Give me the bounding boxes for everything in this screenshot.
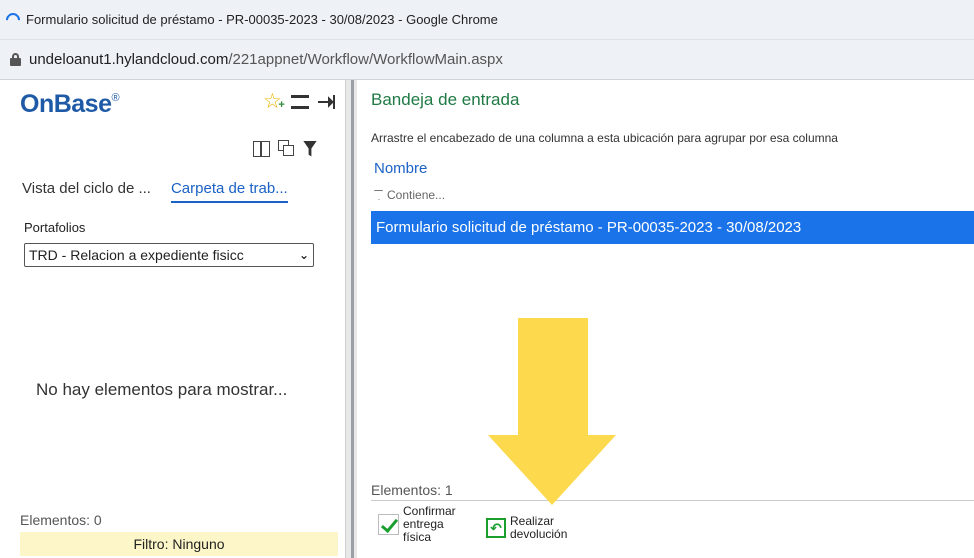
confirm-line-3: física [403, 530, 432, 544]
column-filter-row[interactable]: Contiene... [374, 188, 445, 202]
filter-placeholder: Contiene... [387, 188, 446, 202]
group-by-hint[interactable]: Arrastre el encabezado de una columna a … [371, 131, 838, 145]
pin-icon[interactable] [317, 95, 336, 109]
confirm-line-1: Confirmar [403, 504, 456, 518]
lock-icon[interactable] [10, 53, 21, 66]
confirmar-entrega-button[interactable]: Confirmar entrega física [378, 505, 456, 544]
tab-carpeta-trabajo[interactable]: Carpeta de trab... [170, 180, 288, 203]
return-icon: ↶ [486, 518, 506, 538]
loading-spinner-icon [3, 9, 23, 30]
browser-title-bar: Formulario solicitud de préstamo - PR-00… [0, 0, 974, 40]
list-view-icon[interactable] [290, 95, 309, 109]
refund-line-1: Realizar [510, 514, 555, 528]
empty-message: No hay elementos para mostrar... [36, 380, 288, 399]
panel-tools [253, 140, 317, 157]
realizar-devolucion-button[interactable]: ↶ Realizar devolución [486, 515, 567, 541]
window-title: Formulario solicitud de préstamo - PR-00… [26, 12, 498, 27]
left-item-count: Elementos: 0 [20, 512, 102, 528]
right-panel: Bandeja de entrada Arrastre el encabezad… [357, 80, 974, 558]
confirmar-entrega-label: Confirmar entrega física [403, 505, 456, 544]
filter-status-bar: Filtro: Ninguno [20, 532, 338, 556]
refund-line-2: devolución [510, 527, 568, 541]
logo-text: OnBase [20, 90, 112, 118]
portafolios-select[interactable]: TRD - Relacion a expediente fisicc ⌄ [24, 243, 314, 267]
columns-icon[interactable] [253, 140, 270, 157]
panel-top-toolbar: ☆ + [263, 91, 336, 112]
confirm-line-2: entrega [403, 517, 444, 531]
left-tabs: Vista del ciclo de ... Carpeta de trab..… [22, 180, 288, 203]
portafolios-label: Portafolios [24, 220, 86, 235]
panel-splitter[interactable] [345, 80, 357, 558]
chevron-down-icon: ⌄ [298, 248, 309, 262]
table-row[interactable]: Formulario solicitud de préstamo - PR-00… [371, 211, 974, 244]
address-bar[interactable]: undeloanut1.hylandcloud.com/221appnet/Wo… [0, 40, 974, 80]
footer-divider [371, 500, 974, 501]
url-host: undeloanut1.hylandcloud.com [29, 51, 229, 68]
portafolios-selected-value: TRD - Relacion a expediente fisicc [29, 247, 244, 263]
filter-icon[interactable] [303, 140, 317, 157]
realizar-devolucion-label: Realizar devolución [510, 515, 567, 541]
inbox-title: Bandeja de entrada [371, 90, 520, 109]
column-header-nombre[interactable]: Nombre [374, 160, 427, 177]
add-favorite-icon[interactable]: ☆ + [263, 91, 285, 112]
onbase-logo: OnBase® [20, 90, 120, 119]
checkmark-icon [378, 514, 399, 535]
annotation-arrow-shaft [518, 318, 588, 436]
tab-vista-ciclo[interactable]: Vista del ciclo de ... [22, 180, 151, 203]
url-path: /221appnet/Workflow/WorkflowMain.aspx [228, 51, 503, 68]
right-item-count: Elementos: 1 [371, 482, 453, 498]
copy-icon[interactable] [278, 140, 295, 157]
filter-small-icon [374, 190, 383, 200]
url-text[interactable]: undeloanut1.hylandcloud.com/221appnet/Wo… [29, 51, 503, 68]
logo-mark: ® [111, 92, 120, 104]
left-panel: OnBase® ☆ + Vista del ciclo de ... Carpet… [0, 80, 345, 558]
